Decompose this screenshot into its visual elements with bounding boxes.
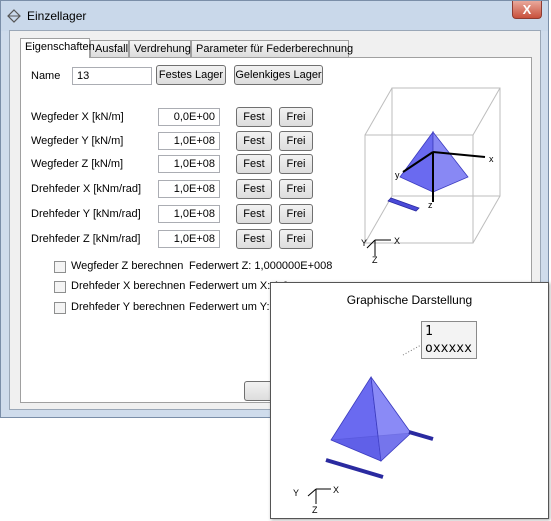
spring-value-field[interactable]: 1,0E+08	[158, 180, 220, 198]
popup-triad-z-label: Z	[312, 505, 318, 515]
title-bar[interactable]: Einzellager X	[1, 1, 548, 31]
fest-button[interactable]: Fest	[236, 107, 272, 127]
spring-label: Wegfeder Z [kN/m]	[31, 158, 124, 170]
checkbox-label: Drehfeder Y berechnen	[71, 301, 185, 313]
federwert-readout: Federwert Z: 1,000000E+008	[189, 260, 333, 272]
spring-value-field[interactable]: 1,0E+08	[158, 132, 220, 150]
triad-x-label: X	[394, 236, 400, 246]
tab-eigenschaften[interactable]: Eigenschaften	[20, 38, 95, 58]
gelenkiges-lager-button[interactable]: Gelenkiges Lager	[234, 65, 323, 85]
tab-ausfall[interactable]: Ausfall	[90, 40, 129, 57]
window-title: Einzellager	[27, 9, 87, 23]
frei-button[interactable]: Frei	[279, 229, 313, 249]
popup-support-bar	[325, 458, 384, 479]
close-button[interactable]: X	[512, 1, 542, 19]
spring-value-field[interactable]: 1,0E+08	[158, 155, 220, 173]
tab-parameter-federberechnung[interactable]: Parameter für Federberechnung	[191, 40, 353, 57]
fest-button[interactable]: Fest	[236, 204, 272, 224]
wegfeder-z-berechnen-checkbox[interactable]	[54, 261, 66, 273]
frei-button[interactable]: Frei	[279, 131, 313, 151]
name-label: Name	[31, 70, 61, 82]
drehfeder-x-berechnen-checkbox[interactable]	[54, 281, 66, 293]
checkbox-label: Wegfeder Z berechnen	[71, 260, 184, 272]
spring-value-field[interactable]: 0,0E+00	[158, 108, 220, 126]
fest-button[interactable]: Fest	[236, 131, 272, 151]
popup-triad-x-label: X	[333, 485, 339, 495]
fest-button[interactable]: Fest	[236, 229, 272, 249]
spring-label: Wegfeder X [kN/m]	[31, 111, 124, 123]
axis-label-small-x: x	[489, 154, 494, 164]
tab-verdrehung[interactable]: Verdrehung	[129, 40, 191, 57]
frei-button[interactable]: Frei	[279, 107, 313, 127]
frei-button[interactable]: Frei	[279, 154, 313, 174]
popup-axis-triad	[307, 488, 331, 504]
spring-label: Wegfeder Y [kN/m]	[31, 135, 124, 147]
popup-pyramid	[330, 375, 413, 462]
popup-arm-bar	[408, 430, 434, 441]
axis-label-small-y: y	[395, 170, 400, 180]
frei-button[interactable]: Frei	[279, 204, 313, 224]
graphic-popup: Graphische Darstellung 1 oxxxxx X Y Z	[270, 282, 549, 519]
name-field[interactable]: 13	[72, 67, 152, 85]
spring-label: Drehfeder Y [kNm/rad]	[31, 208, 141, 220]
axis-label-small-z: z	[428, 200, 433, 210]
checkbox-label: Drehfeder X berechnen	[71, 280, 186, 292]
window-icon	[7, 9, 21, 23]
popup-3d-view[interactable]: X Y Z	[271, 283, 548, 518]
drehfeder-y-berechnen-checkbox[interactable]	[54, 302, 66, 314]
triad-y-label: Y	[361, 238, 367, 248]
fest-button[interactable]: Fest	[236, 154, 272, 174]
frei-button[interactable]: Frei	[279, 179, 313, 199]
bearing-3d-view[interactable]: x y z X Y Z	[355, 80, 530, 265]
spring-value-field[interactable]: 1,0E+08	[158, 205, 220, 223]
spring-label: Drehfeder X [kNm/rad]	[31, 183, 142, 195]
triad-z-label: Z	[372, 255, 378, 265]
spring-label: Drehfeder Z [kNm/rad]	[31, 233, 141, 245]
tooltip-leader	[402, 344, 422, 356]
axis-triad	[366, 239, 391, 256]
festes-lager-button[interactable]: Festes Lager	[156, 65, 226, 85]
support-bar	[387, 197, 420, 212]
popup-triad-y-label: Y	[293, 488, 299, 498]
fest-button[interactable]: Fest	[236, 179, 272, 199]
spring-value-field[interactable]: 1,0E+08	[158, 230, 220, 248]
